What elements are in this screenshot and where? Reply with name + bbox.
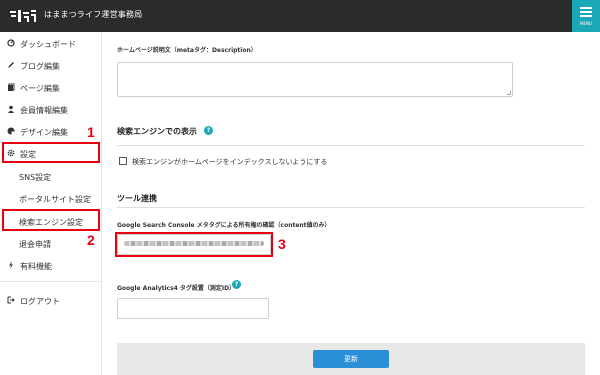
sidebar-item-label: ブログ編集 <box>20 62 60 71</box>
noindex-label[interactable]: 検索エンジンがホームページをインデックスしないようにする <box>132 157 327 167</box>
sidebar-item-withdrawal[interactable]: 退会申請 <box>0 234 100 254</box>
help-icon[interactable]: ? <box>232 280 241 289</box>
menu-button[interactable]: MENU <box>572 0 600 32</box>
ga4-input[interactable] <box>117 298 269 319</box>
user-icon <box>7 105 15 113</box>
sidebar-item-label: 会員情報編集 <box>20 106 68 115</box>
search-engine-section-title: 検索エンジンでの表示 <box>117 127 197 136</box>
sidebar-item-sns-settings[interactable]: SNS設定 <box>0 167 100 187</box>
gsc-meta-input[interactable] <box>117 234 271 255</box>
hamburger-icon <box>580 7 592 17</box>
dashboard-icon <box>7 39 15 47</box>
annotation-box-settings <box>2 142 100 163</box>
menu-label: MENU <box>580 21 592 26</box>
update-button[interactable]: 更新 <box>313 350 389 368</box>
sidebar-item-label: デザイン編集 <box>20 128 68 137</box>
sidebar-item-dashboard[interactable]: ダッシュボード <box>0 34 100 54</box>
palette-icon <box>7 127 15 135</box>
meta-description-textarea[interactable] <box>117 62 513 97</box>
sidebar-item-paid-features[interactable]: 有料機能 <box>0 256 100 276</box>
sidebar-divider <box>0 281 101 282</box>
sidebar-item-pages[interactable]: ページ編集 <box>0 78 100 98</box>
section-divider <box>117 207 585 208</box>
gsc-label: Google Search Console メタタグによる所有権の確認（cont… <box>117 222 331 229</box>
sidebar-item-design[interactable]: デザイン編集 <box>0 122 100 142</box>
meta-description-label: ホームページ説明文（metaタグ：Description） <box>117 47 257 54</box>
pages-icon <box>7 83 15 91</box>
help-icon[interactable]: ? <box>204 126 213 135</box>
sidebar-item-label: 有料機能 <box>20 262 52 271</box>
tools-section-title: ツール連携 <box>117 194 157 203</box>
section-divider <box>117 145 585 146</box>
pencil-icon <box>7 61 15 69</box>
sidebar-item-label: ログアウト <box>20 297 60 306</box>
annotation-step-3: 3 <box>278 236 286 252</box>
site-logo[interactable] <box>8 7 38 25</box>
sidebar-item-label: 退会申請 <box>19 240 51 249</box>
site-title: はままつライフ運営事務局 <box>44 10 143 19</box>
annotation-box-search-engine <box>2 209 100 231</box>
sidebar-item-label: ページ編集 <box>20 84 60 93</box>
noindex-checkbox[interactable] <box>119 157 127 165</box>
sidebar-item-label: ポータルサイト設定 <box>19 195 91 204</box>
sidebar-item-blog[interactable]: ブログ編集 <box>0 56 100 76</box>
sidebar-item-portal-settings[interactable]: ポータルサイト設定 <box>0 189 100 209</box>
sidebar-item-member[interactable]: 会員情報編集 <box>0 100 100 120</box>
sidebar-item-label: SNS設定 <box>19 173 52 182</box>
ga4-label: Google Analytics4 タグ設置（測定ID） <box>117 285 236 292</box>
blurred-value <box>124 241 264 246</box>
annotation-step-1: 1 <box>87 124 95 140</box>
annotation-step-2: 2 <box>87 232 95 248</box>
resize-handle[interactable] <box>507 91 511 95</box>
sidebar-item-logout[interactable]: ログアウト <box>0 291 100 311</box>
top-header: はままつライフ運営事務局 MENU <box>0 0 600 32</box>
sidebar-item-label: ダッシュボード <box>20 40 76 49</box>
logout-icon <box>7 296 15 304</box>
bolt-icon <box>7 261 15 269</box>
